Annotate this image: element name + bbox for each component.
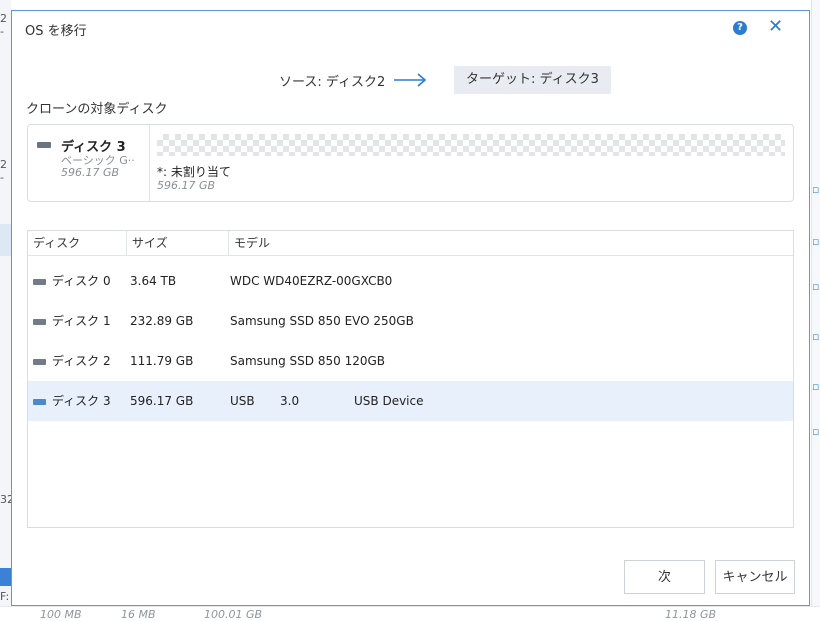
row-size: 111.79 GB: [130, 354, 194, 368]
row-model: WDC WD40EZRZ-00GXCB0: [230, 274, 393, 288]
column-header-model[interactable]: モデル: [229, 231, 794, 255]
partition-size: 596.17 GB: [157, 179, 216, 192]
background-status-row: 100 MB 16 MB 100.01 GB 11.18 GB: [0, 606, 820, 621]
row-model: Samsung SSD 850 120GB: [230, 354, 385, 368]
hard-drive-icon: [33, 279, 46, 285]
cancel-button[interactable]: キャンセル: [715, 560, 795, 594]
background-value: 100.01 GB: [204, 608, 263, 621]
toolbar-icon: ▫: [812, 330, 820, 343]
background-selected-item: [0, 224, 11, 256]
column-header-disk[interactable]: ディスク: [28, 231, 127, 255]
migrate-os-dialog: OS を移行 ? ✕ ソース: ディスク2 ターゲット: ディスク3 クローンの…: [11, 10, 810, 606]
row-disk: ディスク 3: [52, 394, 111, 408]
background-fragment: 2 -: [0, 12, 7, 38]
target-disk-panel: ディスク 3 ベーシック G·· 596.17 GB *: 未割り当て 596.…: [27, 124, 794, 202]
source-disk-label: ソース: ディスク2: [279, 75, 386, 90]
hard-drive-icon: [33, 319, 46, 325]
target-disk-badge: ターゲット: ディスク3: [454, 66, 611, 94]
next-button[interactable]: 次: [624, 560, 705, 594]
background-value: 11.18 GB: [665, 608, 717, 621]
toolbar-icon: ▫: [812, 280, 820, 293]
table-row[interactable]: ディスク 0 3.64 TB WDC WD40EZRZ-00GXCB0: [28, 261, 793, 301]
background-fragment: 2 -: [0, 158, 7, 184]
disk-table: ディスク サイズ モデル ディスク 0 3.64 TB WDC WD40EZRZ…: [27, 230, 794, 528]
row-disk: ディスク 2: [52, 354, 111, 368]
row-model-part: USB Device: [354, 394, 424, 408]
toolbar-icon: ▫: [812, 380, 820, 393]
dialog-title: OS を移行: [25, 24, 87, 39]
hard-drive-icon: [33, 359, 46, 365]
arrow-right-icon: [394, 73, 427, 87]
row-disk: ディスク 1: [52, 314, 111, 328]
table-row-selected[interactable]: ディスク 3 596.17 GB USB 3.0 USB Device: [28, 381, 793, 421]
target-disk-info: ディスク 3 ベーシック G·· 596.17 GB: [28, 125, 150, 201]
background-selected-item-2: [0, 568, 11, 586]
background-fragment: F:: [0, 590, 10, 603]
background-value: 100 MB: [40, 608, 82, 621]
row-model: Samsung SSD 850 EVO 250GB: [230, 314, 414, 328]
table-row[interactable]: ディスク 1 232.89 GB Samsung SSD 850 EVO 250…: [28, 301, 793, 341]
row-size: 596.17 GB: [130, 394, 194, 408]
column-header-size[interactable]: サイズ: [127, 231, 229, 255]
target-disk-size: 596.17 GB: [61, 166, 120, 179]
toolbar-icon: ▫: [812, 183, 820, 196]
close-icon[interactable]: ✕: [768, 16, 783, 38]
hard-drive-icon: [37, 142, 51, 148]
table-row[interactable]: ディスク 2 111.79 GB Samsung SSD 850 120GB: [28, 341, 793, 381]
background-value: 16 MB: [121, 608, 156, 621]
row-size: 3.64 TB: [130, 274, 177, 288]
row-size: 232.89 GB: [130, 314, 194, 328]
table-header: ディスク サイズ モデル: [28, 231, 793, 256]
usb-drive-icon: [33, 399, 46, 405]
partition-label: *: 未割り当て: [157, 165, 231, 179]
toolbar-icon: ▫: [812, 235, 820, 248]
row-disk: ディスク 0: [52, 274, 111, 288]
migration-summary: ソース: ディスク2 ターゲット: ディスク3: [12, 66, 809, 94]
background-right-toolbar: ▫ ▫ ▫ ▫ ▫ ▫: [811, 0, 820, 620]
row-model-part: 3.0: [280, 394, 300, 408]
toolbar-icon: ▫: [812, 425, 820, 438]
row-model: USB: [230, 394, 255, 408]
help-icon[interactable]: ?: [733, 21, 747, 35]
unallocated-partition-bar[interactable]: [157, 134, 785, 156]
background-sidebar: 2 - 2 - 32 F:: [0, 0, 14, 620]
target-section-label: クローンの対象ディスク: [26, 102, 168, 117]
